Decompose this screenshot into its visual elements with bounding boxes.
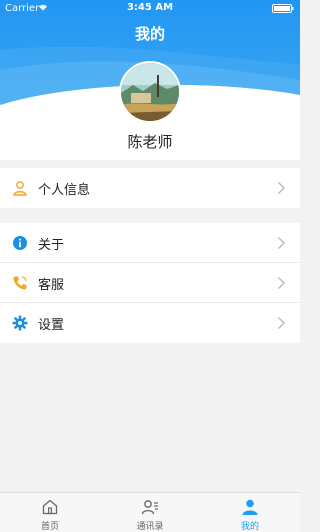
status-bar: Carrier 3:45 AM — [0, 0, 300, 18]
info-icon — [13, 236, 27, 250]
profile-name: 陈老师 — [127, 133, 173, 151]
menu-group-settings: 关于 客服 设置 — [0, 223, 300, 343]
page-title: 我的 — [134, 25, 165, 43]
tab-label: 我的 — [240, 522, 259, 532]
menu-group-profile: 个人信息 — [0, 168, 300, 208]
tab-contacts[interactable]: 通讯录 — [100, 493, 200, 532]
tab-bar: 首页 通讯录 我的 — [0, 492, 300, 532]
chevron-right-icon — [278, 182, 285, 194]
tab-mine[interactable]: 我的 — [200, 493, 300, 532]
tab-label: 首页 — [40, 522, 59, 532]
user-icon — [242, 499, 258, 515]
chevron-right-icon — [278, 237, 285, 249]
menu-item-label: 客服 — [38, 278, 65, 293]
person-outline-icon — [13, 181, 27, 196]
menu-item-customer-service[interactable]: 客服 — [0, 263, 300, 303]
chevron-right-icon — [278, 317, 285, 329]
phone-icon — [13, 276, 27, 290]
tab-home[interactable]: 首页 — [0, 493, 100, 532]
profile-header: Carrier 3:45 AM 我的 陈老师 — [0, 0, 300, 160]
menu-item-label: 个人信息 — [38, 183, 91, 198]
menu-item-settings[interactable]: 设置 — [0, 303, 300, 343]
avatar[interactable] — [119, 61, 181, 123]
status-time: 3:45 AM — [126, 2, 174, 13]
avatar-image — [121, 63, 179, 121]
chevron-right-icon — [278, 277, 285, 289]
battery-icon — [272, 4, 294, 13]
gear-icon — [12, 315, 28, 331]
menu-item-about[interactable]: 关于 — [0, 223, 300, 263]
home-icon — [42, 499, 58, 515]
menu-item-label: 关于 — [38, 238, 65, 253]
menu-item-label: 设置 — [38, 318, 65, 333]
tab-label: 通讯录 — [136, 522, 164, 532]
menu-item-personal-info[interactable]: 个人信息 — [0, 168, 300, 208]
contacts-icon — [141, 500, 158, 515]
